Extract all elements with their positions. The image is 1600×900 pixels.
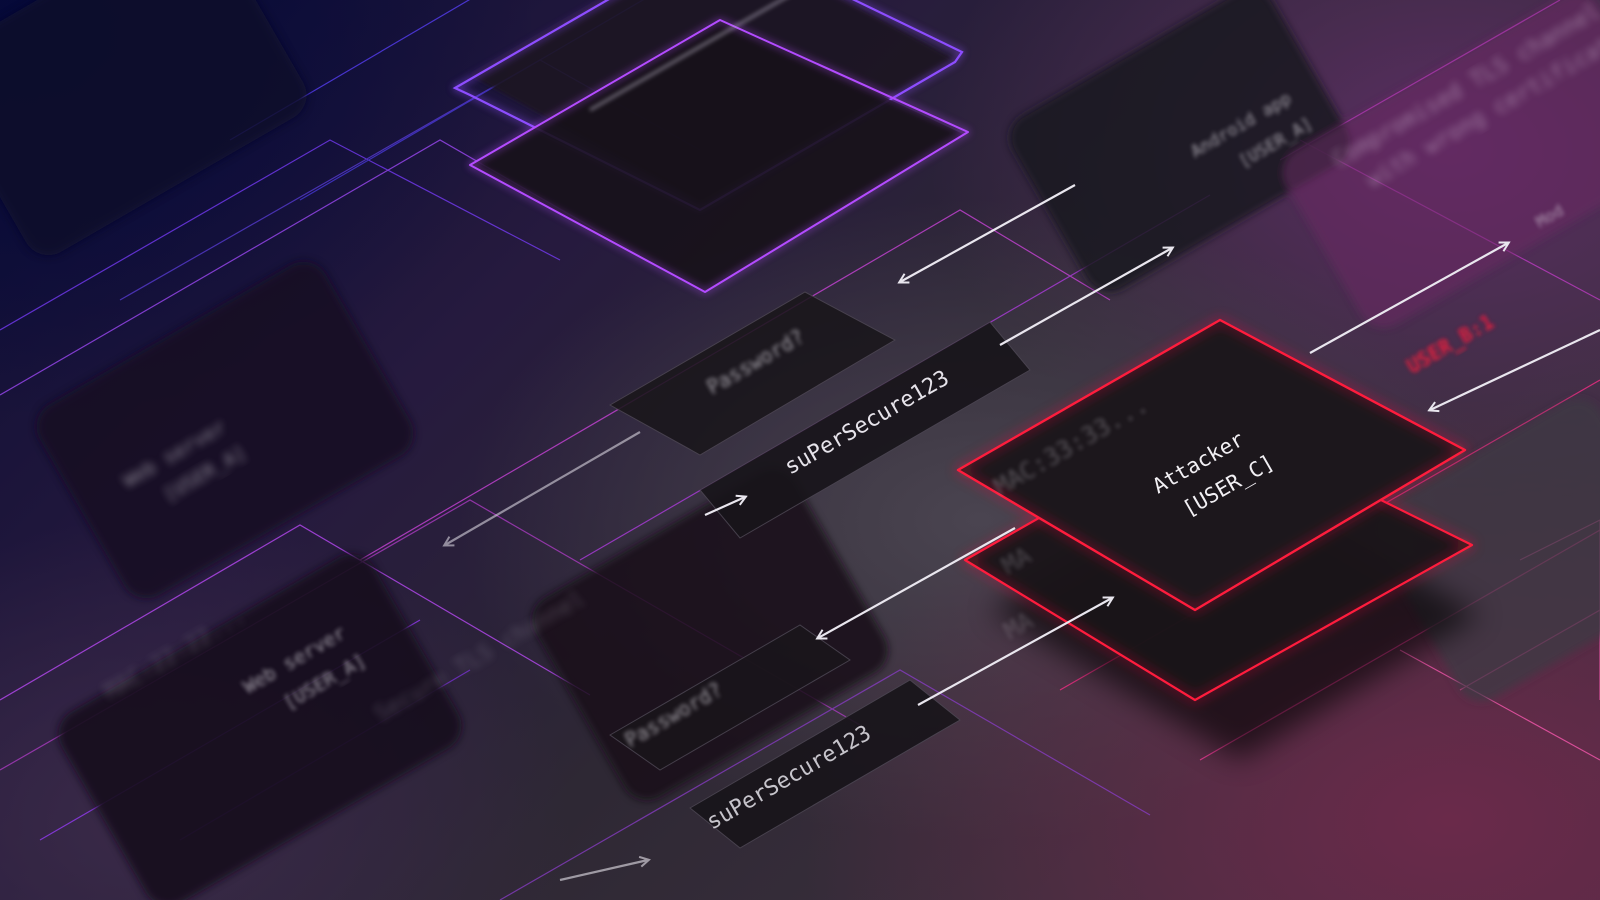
arrow-to-web-server: [445, 431, 641, 545]
isometric-network-scene: Attacker [USER_C] MAC:33:33... MA MA Pas…: [0, 0, 1600, 900]
bg-card-web-server-lower: [58, 554, 462, 900]
upper-credential-cards: [608, 291, 1031, 539]
arrow-lower-left: [559, 860, 648, 882]
arrow-android-to-server: [900, 184, 1076, 282]
top-violet-card: [452, 0, 969, 293]
user-b-tag: USER_B:1: [1403, 309, 1498, 378]
bg-card-top-left: [0, 0, 307, 256]
attacker-card: [956, 318, 1480, 760]
